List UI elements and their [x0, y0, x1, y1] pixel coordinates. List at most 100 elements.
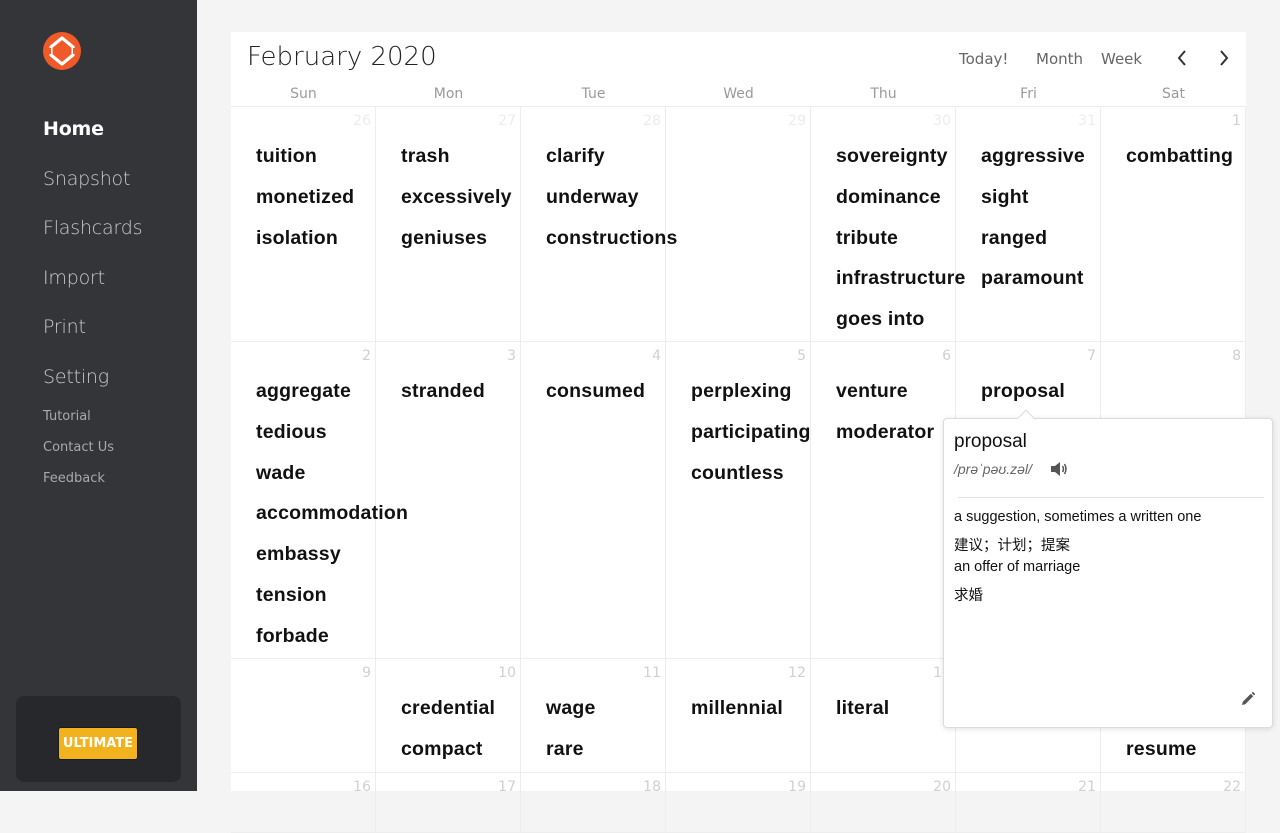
day-cell[interactable]: 16	[231, 773, 376, 833]
sidebar-item-tutorial[interactable]: Tutorial	[43, 409, 91, 424]
vocab-word[interactable]: dominance	[836, 186, 941, 209]
vocab-word[interactable]: participating	[691, 421, 811, 444]
vocab-word[interactable]: stranded	[401, 380, 485, 403]
vocab-word[interactable]: sight	[981, 186, 1029, 209]
day-number: 11	[643, 665, 661, 681]
day-cell[interactable]: 4 consumed	[521, 342, 666, 659]
day-cell[interactable]: 6 venture moderator	[811, 342, 956, 659]
day-cell[interactable]: 29	[666, 107, 811, 342]
sidebar-item-feedback[interactable]: Feedback	[43, 471, 105, 486]
popover-word: proposal	[954, 431, 1027, 452]
vocab-word[interactable]: infrastructure	[836, 267, 966, 290]
vocab-word[interactable]: paramount	[981, 267, 1084, 290]
day-cell[interactable]: 18	[521, 773, 666, 833]
day-cell[interactable]: 22	[1101, 773, 1246, 833]
day-cell[interactable]: 31 aggressive sight ranged paramount	[956, 107, 1101, 342]
day-number: 31	[1078, 113, 1096, 129]
vocab-word[interactable]: monetized	[256, 186, 354, 209]
day-number: 1	[1232, 113, 1241, 129]
vocab-word[interactable]: countless	[691, 462, 784, 485]
day-cell[interactable]: 27 trash excessively geniuses	[376, 107, 521, 342]
day-cell[interactable]: 2 aggregate tedious wade accommodation embass…	[231, 342, 408, 659]
popover-phonetic: /prəˈpəʊ.zəl/	[954, 461, 1032, 477]
vocab-word[interactable]: excessively	[401, 186, 512, 209]
sidebar-item-flashcards[interactable]: Flashcards	[43, 217, 143, 239]
app-logo-icon[interactable]	[43, 32, 81, 70]
vocab-word[interactable]: millennial	[691, 697, 783, 720]
month-view-button[interactable]: Month	[1036, 50, 1083, 68]
vocab-word[interactable]: aggressive	[981, 145, 1085, 168]
vocab-word[interactable]: goes into	[836, 308, 924, 331]
vocab-word[interactable]: aggregate	[256, 380, 351, 403]
day-cell[interactable]: 28 clarify underway constructions	[521, 107, 677, 342]
day-number: 3	[507, 348, 516, 364]
definition-line: 求婚	[954, 588, 983, 604]
weekday-label: Thu	[870, 86, 897, 102]
vocab-word[interactable]: constructions	[546, 227, 678, 250]
day-number: 6	[942, 348, 951, 364]
vocab-word[interactable]: ranged	[981, 227, 1047, 250]
day-cell[interactable]: 26 tuition monetized isolation	[231, 107, 376, 342]
day-cell[interactable]: 20	[811, 773, 956, 833]
vocab-word[interactable]: embassy	[256, 543, 341, 566]
vocab-word[interactable]: perplexing	[691, 380, 792, 403]
day-number: 21	[1078, 779, 1096, 795]
vocab-word[interactable]: geniuses	[401, 227, 487, 250]
day-cell[interactable]: 10 credential compact	[376, 659, 521, 773]
day-cell[interactable]: 21	[956, 773, 1101, 833]
day-cell[interactable]: 12 millennial	[666, 659, 811, 773]
day-number: 4	[652, 348, 661, 364]
sidebar-item-setting[interactable]: Setting	[43, 366, 109, 388]
vocab-word[interactable]: tension	[256, 584, 327, 607]
sidebar-item-import[interactable]: Import	[43, 267, 105, 289]
today-button[interactable]: Today!	[959, 50, 1008, 68]
day-number: 26	[353, 113, 371, 129]
definition-line: an offer of marriage	[954, 559, 1081, 575]
day-cell[interactable]: 17	[376, 773, 521, 833]
vocab-word[interactable]: moderator	[836, 421, 934, 444]
sidebar-item-snapshot[interactable]: Snapshot	[43, 168, 130, 190]
vocab-word[interactable]: clarify	[546, 145, 605, 168]
vocab-word[interactable]: trash	[401, 145, 450, 168]
day-number: 10	[498, 665, 516, 681]
day-cell[interactable]: 19	[666, 773, 811, 833]
next-month-button[interactable]	[1213, 46, 1235, 70]
vocab-word[interactable]: credential	[401, 697, 495, 720]
vocab-word[interactable]: venture	[836, 380, 908, 403]
vocab-word[interactable]: wage	[546, 697, 596, 720]
vocab-word[interactable]: rare	[546, 738, 584, 761]
sidebar-item-contact-us[interactable]: Contact Us	[43, 440, 114, 455]
vocab-word[interactable]: consumed	[546, 380, 645, 403]
pencil-icon[interactable]	[1240, 691, 1256, 707]
vocab-word[interactable]: proposal	[981, 380, 1065, 403]
day-cell[interactable]: 9	[231, 659, 376, 773]
day-cell[interactable]: 11 wage rare	[521, 659, 666, 773]
sidebar-item-print[interactable]: Print	[43, 316, 86, 338]
vocab-word[interactable]: tedious	[256, 421, 327, 444]
sidebar-item-home[interactable]: Home	[43, 118, 104, 140]
day-number: 27	[498, 113, 516, 129]
vocab-word[interactable]: literal	[836, 697, 889, 720]
vocab-word[interactable]: sovereignty	[836, 145, 948, 168]
day-cell[interactable]: 13literal	[811, 659, 956, 773]
day-number: 30	[933, 113, 951, 129]
day-cell[interactable]: 5 perplexing participating countless	[666, 342, 811, 659]
vocab-word[interactable]: forbade	[256, 625, 329, 648]
speaker-icon[interactable]	[1050, 461, 1068, 477]
vocab-word[interactable]: isolation	[256, 227, 338, 250]
vocab-word[interactable]: tuition	[256, 145, 317, 168]
vocab-word[interactable]: resume	[1126, 738, 1197, 761]
day-cell[interactable]: 1 combatting	[1101, 107, 1246, 342]
prev-month-button[interactable]	[1171, 46, 1193, 70]
vocab-word[interactable]: underway	[546, 186, 639, 209]
ultimate-button[interactable]: ULTIMATE	[58, 727, 138, 760]
day-number: 22	[1223, 779, 1241, 795]
week-view-button[interactable]: Week	[1101, 50, 1142, 68]
vocab-word[interactable]: tribute	[836, 227, 898, 250]
day-cell[interactable]: 30 sovereignty dominance tribute infrastruct…	[811, 107, 965, 342]
vocab-word[interactable]: combatting	[1126, 145, 1233, 168]
vocab-word[interactable]: compact	[401, 738, 483, 761]
vocab-word[interactable]: wade	[256, 462, 306, 485]
popover-divider	[958, 497, 1264, 498]
day-cell[interactable]: 3 stranded	[376, 342, 521, 659]
